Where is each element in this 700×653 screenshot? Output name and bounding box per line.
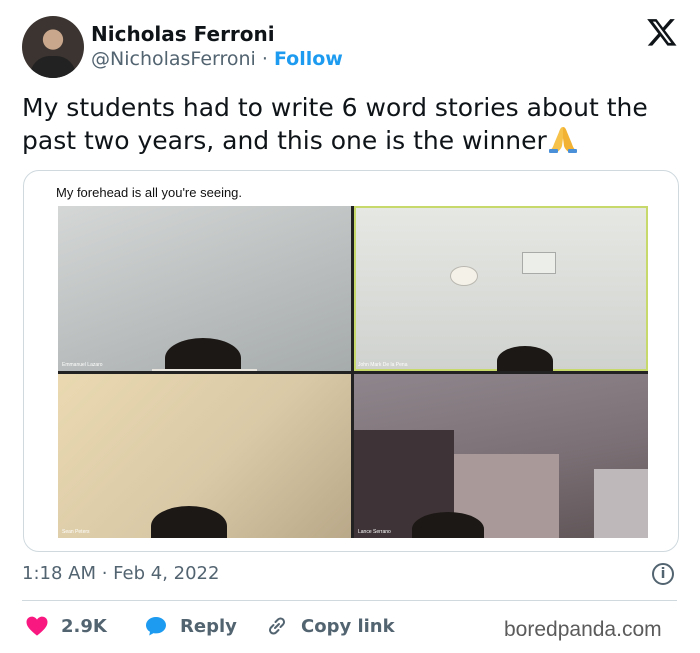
media-caption: My forehead is all you're seeing. bbox=[56, 185, 243, 200]
participant-name: Sean Peters bbox=[62, 529, 90, 535]
heart-icon bbox=[26, 616, 48, 636]
like-button[interactable]: 2.9K bbox=[25, 614, 107, 638]
tweet-timestamp[interactable]: 1:18 AM · Feb 4, 2022 bbox=[22, 563, 219, 584]
follow-button[interactable]: Follow bbox=[274, 48, 343, 70]
video-tile: Lance Serrano bbox=[354, 374, 648, 538]
participant-name: John Mark De la Pena bbox=[358, 362, 408, 368]
author-name[interactable]: Nicholas Ferroni bbox=[91, 22, 275, 46]
folded-hands-icon bbox=[548, 127, 577, 153]
video-tile: Emmanuel Lazaro bbox=[58, 206, 351, 371]
author-handle-row: @NicholasFerroni · Follow bbox=[91, 48, 343, 70]
video-tile: Sean Peters bbox=[58, 374, 351, 538]
tweet-text: My students had to write 6 word stories … bbox=[22, 92, 682, 157]
divider bbox=[22, 600, 677, 601]
reply-bubble-icon bbox=[146, 617, 166, 636]
reply-label: Reply bbox=[180, 615, 237, 637]
media-card[interactable]: My forehead is all you're seeing. Emmanu… bbox=[23, 170, 679, 552]
copy-link-button[interactable]: Copy link bbox=[265, 614, 395, 638]
boredpanda-watermark: boredpanda.com bbox=[504, 618, 662, 641]
separator-dot: · bbox=[261, 48, 268, 70]
author-avatar[interactable] bbox=[22, 16, 84, 78]
video-call-grid: Emmanuel Lazaro John Mark De la Pena Sea… bbox=[58, 206, 648, 538]
participant-name: Emmanuel Lazaro bbox=[62, 362, 103, 368]
reply-button[interactable]: Reply bbox=[144, 614, 237, 638]
author-handle[interactable]: @NicholasFerroni bbox=[91, 48, 256, 70]
info-icon[interactable]: i bbox=[652, 563, 674, 585]
participant-name: Lance Serrano bbox=[358, 529, 391, 535]
x-logo-icon[interactable] bbox=[646, 16, 678, 48]
like-count: 2.9K bbox=[61, 615, 107, 637]
video-tile: John Mark De la Pena bbox=[354, 206, 648, 371]
copy-link-label: Copy link bbox=[301, 615, 395, 637]
link-icon bbox=[268, 617, 286, 635]
